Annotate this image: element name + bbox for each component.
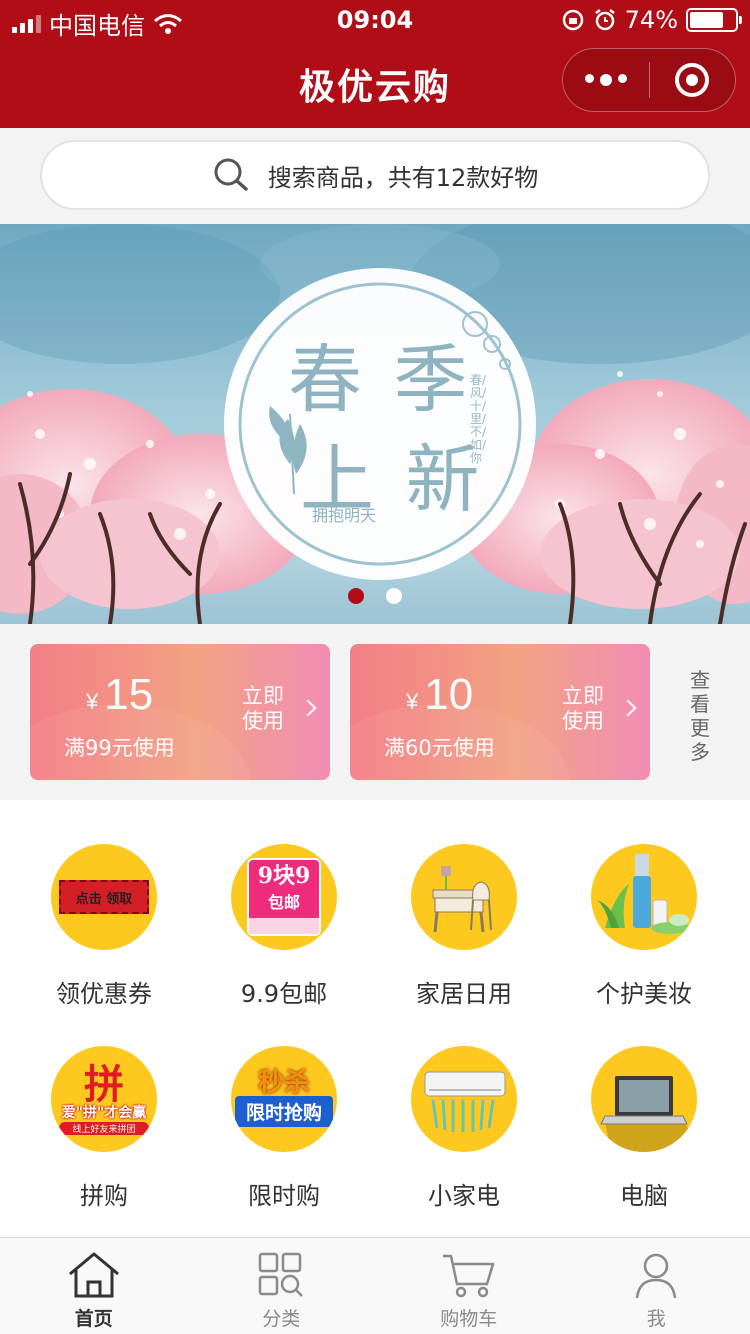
alarm-icon [594, 9, 615, 31]
coupon-card[interactable]: ¥15 满99元使用 立即使用 [30, 644, 330, 780]
air-conditioner-icon [411, 1046, 517, 1152]
banner-dot-2[interactable] [386, 588, 402, 604]
nav-bar: 极优云购 [0, 40, 750, 128]
miniprogram-capsule [562, 48, 736, 112]
furniture-icon [411, 844, 517, 950]
user-icon [636, 1253, 677, 1299]
flash-badge-bottom: 限时抢购 [235, 1096, 333, 1127]
category-label: 9.9包邮 [240, 980, 328, 1008]
coupon-amount: ¥10 [406, 670, 474, 719]
category-label: 拼购 [80, 1182, 128, 1210]
group-badge-bottom: 线上好友来拼团 [59, 1122, 149, 1135]
category-label: 限时购 [248, 1182, 320, 1210]
banner-dot-1[interactable] [348, 588, 364, 604]
search-placeholder: 搜索商品，共有12款好物 [267, 163, 539, 192]
group-buy-icon: 拼 爱"拼"才会赢 线上好友来拼团 [51, 1046, 157, 1152]
tab-category[interactable]: 分类 [188, 1238, 376, 1334]
close-miniprogram-button[interactable] [650, 63, 736, 97]
tab-label: 分类 [262, 1308, 301, 1330]
coupon-section: ¥15 满99元使用 立即使用 ¥10 满60元使用 立即使用 查看更多 [0, 624, 750, 800]
category-label: 小家电 [428, 1182, 500, 1210]
flash-sale-icon: 秒杀 限时抢购 [231, 1046, 337, 1152]
coupon-badge-text: 点击 领取 [75, 891, 133, 907]
category-item-flash-sale[interactable]: 秒杀 限时抢购 限时购 [194, 1046, 374, 1211]
tab-label: 首页 [74, 1308, 113, 1330]
coupon-condition: 满60元使用 [384, 736, 495, 760]
category-item-beauty[interactable]: 个护美妆 [554, 844, 734, 1009]
cart-icon [442, 1254, 494, 1298]
coupon-use-button[interactable]: 立即使用 [562, 684, 612, 734]
home-icon [68, 1252, 119, 1298]
view-more-coupons-link[interactable]: 查看更多 [688, 668, 712, 764]
banner-headline-1: 春 季 [288, 337, 472, 423]
coupon-condition: 满99元使用 [64, 736, 175, 760]
category-item-free-shipping[interactable]: 9块9 包邮 9.9包邮 [194, 844, 374, 1009]
category-icon [259, 1252, 304, 1297]
category-label: 电脑 [620, 1182, 668, 1210]
search-area: 搜索商品，共有12款好物 [0, 128, 750, 224]
group-badge-mid: 爱"拼"才会赢 [61, 1105, 147, 1121]
tab-me[interactable]: 我 [563, 1238, 750, 1334]
target-icon [675, 63, 710, 97]
coupon-use-button[interactable]: 立即使用 [242, 684, 292, 734]
more-menu-button[interactable] [563, 74, 649, 86]
battery-percent: 74% [624, 6, 678, 34]
category-item-home[interactable]: 家居日用 [374, 844, 554, 1009]
coupon-card[interactable]: ¥10 满60元使用 立即使用 [350, 644, 650, 780]
banner-pagination [0, 588, 750, 604]
rotation-lock-icon [562, 9, 583, 31]
category-grid: 点击 领取 领优惠券 9块9 包邮 9.9包邮 家居日用 个护美妆 拼 爱"拼"… [0, 800, 750, 1236]
flash-badge-top: 秒杀 [257, 1068, 310, 1098]
category-item-coupons[interactable]: 点击 领取 领优惠券 [14, 844, 194, 1009]
shipping-badge-bottom: 包邮 [267, 893, 300, 912]
search-icon [214, 158, 248, 191]
promo-banner[interactable]: 春 季 上 新 拥抱明天 春/风/十/里/不/如/你 [0, 224, 750, 624]
category-label: 领优惠券 [56, 980, 152, 1008]
free-shipping-icon: 9块9 包邮 [231, 844, 337, 950]
category-item-computers[interactable]: 电脑 [554, 1046, 734, 1211]
bottom-tab-bar: 首页 分类 购物车 我 [0, 1237, 750, 1334]
category-label: 家居日用 [416, 980, 512, 1008]
battery-icon [686, 8, 742, 32]
laptop-icon [591, 1046, 697, 1152]
status-bar: 中国电信 09:04 74% [0, 0, 750, 40]
status-right: 74% [561, 6, 742, 34]
banner-side-text: 春/风/十/里/不/如/你 [470, 373, 487, 465]
tab-cart[interactable]: 购物车 [375, 1238, 563, 1334]
category-item-appliances[interactable]: 小家电 [374, 1046, 554, 1211]
shipping-badge-top: 9块9 [257, 863, 311, 889]
tab-label: 购物车 [440, 1308, 498, 1330]
banner-tagline: 拥抱明天 [312, 506, 377, 525]
category-label: 个护美妆 [596, 980, 692, 1008]
chevron-right-icon [619, 699, 637, 717]
category-item-group-buy[interactable]: 拼 爱"拼"才会赢 线上好友来拼团 拼购 [14, 1046, 194, 1211]
tab-label: 我 [646, 1308, 666, 1330]
cosmetics-icon [591, 844, 697, 950]
search-input[interactable]: 搜索商品，共有12款好物 [40, 140, 710, 210]
tab-home[interactable]: 首页 [0, 1238, 188, 1334]
chevron-right-icon [299, 699, 317, 717]
coupon-ticket-icon: 点击 领取 [51, 844, 157, 950]
coupon-amount: ¥15 [86, 670, 154, 719]
